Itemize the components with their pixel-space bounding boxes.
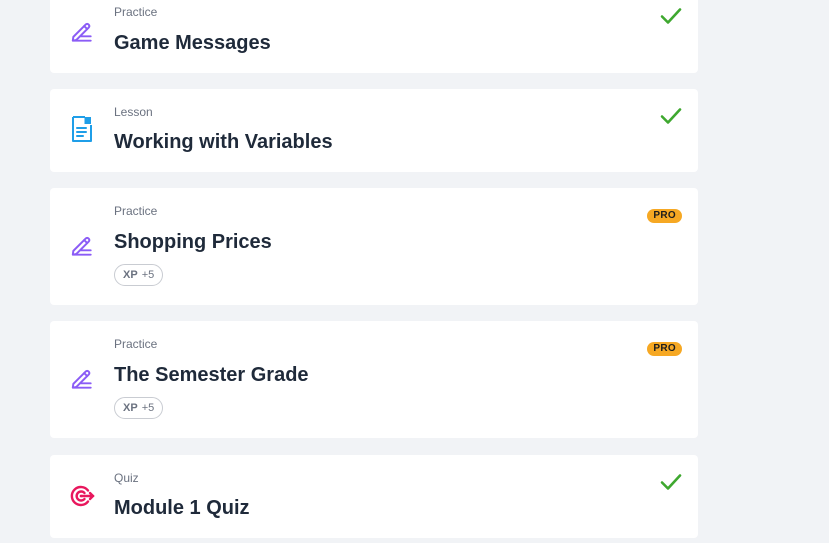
item-kind-label: Practice <box>114 5 158 19</box>
item-title[interactable]: The Semester Grade <box>114 363 309 387</box>
quiz-target-icon <box>68 482 96 510</box>
pro-badge: PRO <box>647 205 682 223</box>
module-item-card[interactable]: Practice The Semester Grade PRO XP +5 <box>50 321 698 438</box>
pro-badge: PRO <box>647 338 682 356</box>
pencil-practice-icon <box>68 232 96 260</box>
module-item-card[interactable]: Lesson Working with Variables <box>50 89 698 172</box>
item-title[interactable]: Module 1 Quiz <box>114 496 250 520</box>
item-kind-label: Practice <box>114 337 158 351</box>
completed-check-icon <box>660 7 682 30</box>
module-item-list: Practice Game Messages Lesson Working wi… <box>0 0 829 543</box>
pencil-practice-icon <box>68 365 96 393</box>
xp-reward-pill: XP +5 <box>114 397 164 419</box>
completed-check-icon <box>660 473 682 496</box>
item-kind-label: Lesson <box>114 105 153 119</box>
item-kind-label: Quiz <box>114 471 139 485</box>
module-item-card[interactable]: Practice Game Messages <box>50 0 698 73</box>
pencil-practice-icon <box>68 18 96 46</box>
completed-check-icon <box>660 107 682 130</box>
xp-reward-pill: XP +5 <box>114 264 164 286</box>
item-title[interactable]: Shopping Prices <box>114 230 272 254</box>
item-kind-label: Practice <box>114 204 158 218</box>
lesson-document-icon <box>68 115 96 143</box>
item-title[interactable]: Working with Variables <box>114 130 333 154</box>
module-item-card[interactable]: Quiz Module 1 Quiz <box>50 455 698 538</box>
module-item-card[interactable]: Practice Shopping Prices PRO XP +5 <box>50 188 698 305</box>
item-title[interactable]: Game Messages <box>114 31 271 55</box>
